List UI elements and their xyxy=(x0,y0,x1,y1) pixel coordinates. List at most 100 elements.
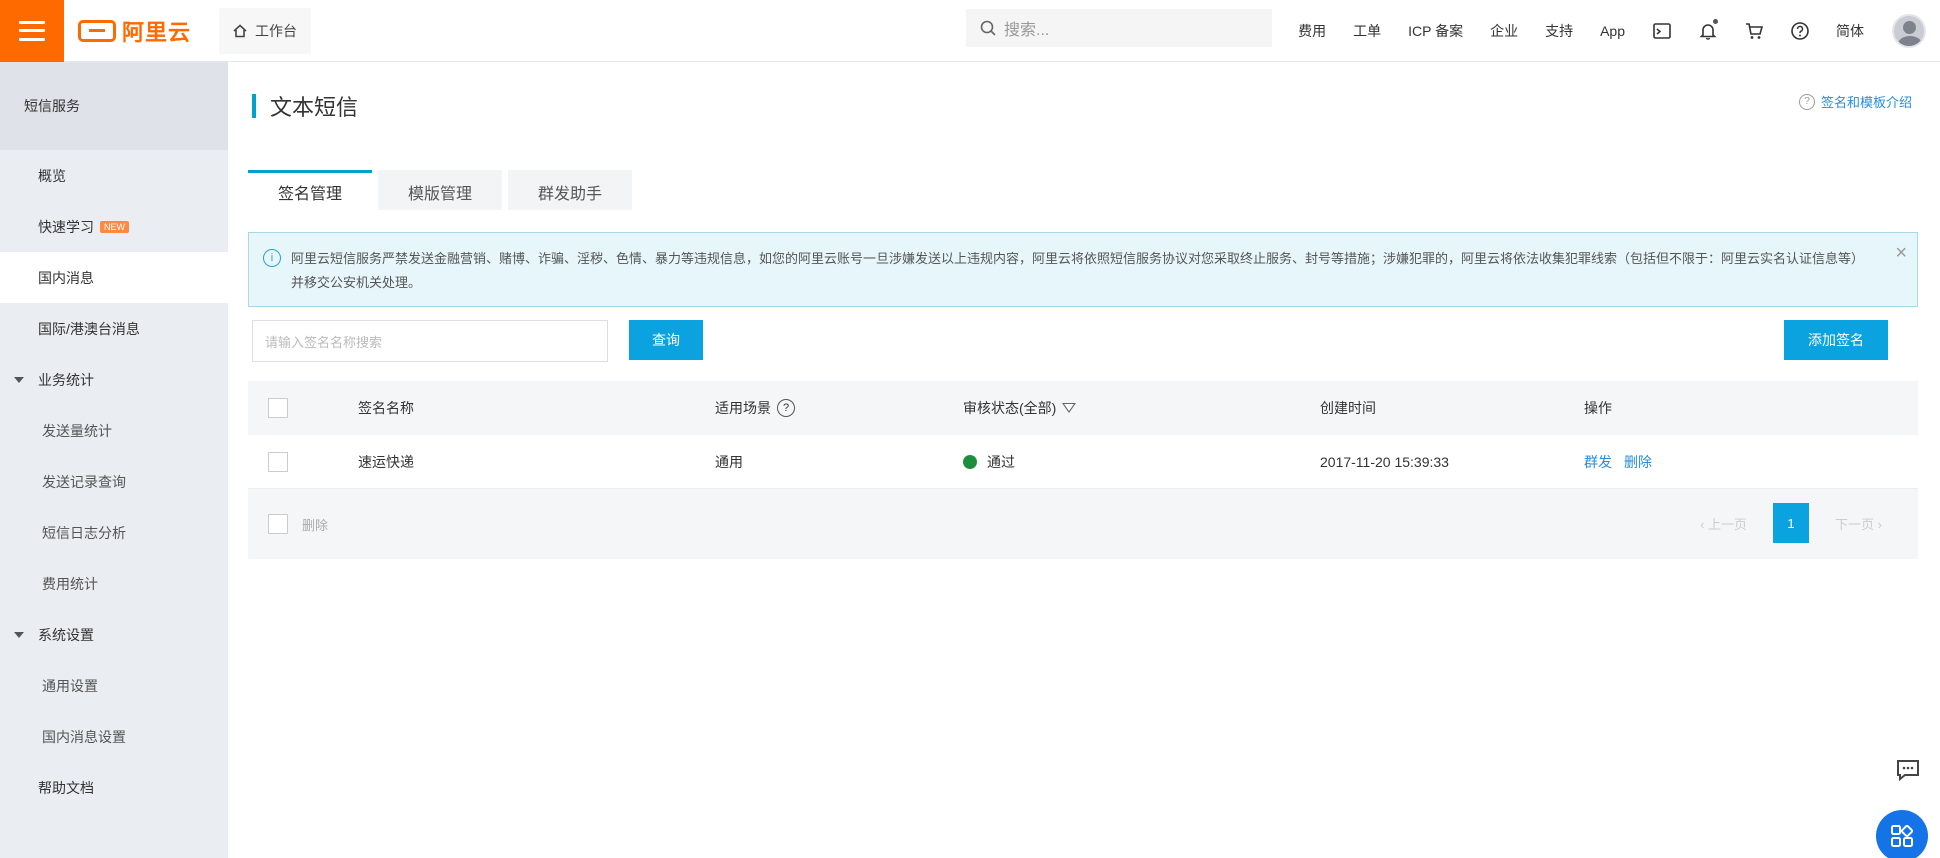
table-footer: 删除 ‹ 上一页 1 下一页 › xyxy=(248,489,1918,559)
bulk-delete-button[interactable]: 删除 xyxy=(302,515,328,534)
sidebar-item-fee-stats[interactable]: 费用统计 xyxy=(0,558,228,609)
sidebar-item-help-docs[interactable]: 帮助文档 xyxy=(0,762,228,813)
nav-enterprise[interactable]: 企业 xyxy=(1490,21,1518,41)
header-status-label: 审核状态(全部) xyxy=(963,400,1057,416)
tab-template[interactable]: 模版管理 xyxy=(378,170,503,210)
hamburger-icon xyxy=(19,20,45,41)
page-number-current[interactable]: 1 xyxy=(1773,503,1810,543)
home-icon xyxy=(233,23,247,37)
sidebar-item-label: 国内消息 xyxy=(38,269,94,286)
sidebar-item-label: 快速学习 xyxy=(38,218,94,235)
sidebar-item-label: 国内消息设置 xyxy=(42,728,126,745)
nav-fees[interactable]: 费用 xyxy=(1298,21,1326,41)
nav-app[interactable]: App xyxy=(1600,23,1625,39)
signature-search-input[interactable]: 请输入签名名称搜索 xyxy=(252,320,608,362)
sidebar-item-send-stats[interactable]: 发送量统计 xyxy=(0,405,228,456)
workbench-button[interactable]: 工作台 xyxy=(219,7,312,54)
notification-dot xyxy=(1713,19,1718,24)
compliance-notice: i 阿里云短信服务严禁发送金融营销、赌博、诈骗、淫秽、色情、暴力等违规信息，如您… xyxy=(248,232,1918,307)
footer-checkbox[interactable] xyxy=(268,514,288,534)
cell-time: 2017-11-20 15:39:33 xyxy=(1320,453,1449,470)
signature-template-intro-link[interactable]: ? 签名和模板介绍 xyxy=(1798,92,1912,111)
table-row: 速运快递 通用 通过 2017-11-20 15:39:33 群发 删除 xyxy=(248,435,1918,489)
sidebar-item-log-analysis[interactable]: 短信日志分析 xyxy=(0,507,228,558)
row-checkbox[interactable] xyxy=(268,451,288,472)
help-link-label: 签名和模板介绍 xyxy=(1820,95,1912,110)
main-content: 文本短信 ? 签名和模板介绍 签名管理 模版管理 群发助手 i 阿里云短信服务严… xyxy=(228,62,1940,858)
delete-link[interactable]: 删除 xyxy=(1624,452,1652,472)
new-badge: NEW xyxy=(100,220,129,233)
sidebar-group-stats[interactable]: 业务统计 xyxy=(0,354,228,405)
sidebar-item-label: 通用设置 xyxy=(42,677,98,694)
sidebar-item-label: 发送量统计 xyxy=(42,422,112,439)
sidebar-item-quick-learn[interactable]: 快速学习 NEW xyxy=(0,201,228,252)
header-status[interactable]: 审核状态(全部) xyxy=(963,398,1077,418)
caret-down-icon xyxy=(14,631,24,638)
sidebar: 短信服务 概览 快速学习 NEW 国内消息 国际/港澳台消息 业务统计 发送量统计… xyxy=(0,62,228,858)
help-circle-icon[interactable] xyxy=(1790,21,1810,41)
sidebar-item-label: 概览 xyxy=(38,167,66,184)
search-placeholder: 搜索... xyxy=(1004,22,1050,39)
sidebar-item-label: 帮助文档 xyxy=(38,779,94,796)
sidebar-item-overview[interactable]: 概览 xyxy=(0,150,228,201)
apps-float-button[interactable] xyxy=(1876,810,1928,858)
next-page-label: 下一页 xyxy=(1835,516,1875,532)
chat-float-button[interactable] xyxy=(1888,750,1928,790)
sidebar-item-send-records[interactable]: 发送记录查询 xyxy=(0,456,228,507)
header-time: 创建时间 xyxy=(1320,400,1376,416)
aliyun-logo-icon xyxy=(78,19,116,42)
sidebar-item-domestic-settings[interactable]: 国内消息设置 xyxy=(0,711,228,762)
sidebar-group-label: 业务统计 xyxy=(38,371,94,388)
sidebar-item-general-settings[interactable]: 通用设置 xyxy=(0,660,228,711)
sidebar-group-settings[interactable]: 系统设置 xyxy=(0,609,228,660)
search-icon xyxy=(980,20,996,36)
select-all-checkbox[interactable] xyxy=(268,398,288,418)
terminal-icon[interactable] xyxy=(1652,21,1672,41)
sidebar-item-intl[interactable]: 国际/港澳台消息 xyxy=(0,303,228,354)
sidebar-group-label: 系统设置 xyxy=(38,626,94,643)
tab-signature[interactable]: 签名管理 xyxy=(248,170,373,210)
tab-bulk-send[interactable]: 群发助手 xyxy=(508,170,633,210)
prev-page-button[interactable]: ‹ 上一页 xyxy=(1700,514,1747,533)
header-op: 操作 xyxy=(1584,400,1612,416)
page-header: 文本短信 xyxy=(252,90,358,122)
status-dot-icon xyxy=(963,454,977,469)
top-bar: 阿里云 工作台 搜索... 费用 工单 ICP 备案 企业 支持 App 简体 xyxy=(0,0,1940,62)
user-avatar[interactable] xyxy=(1892,14,1926,48)
filter-icon[interactable] xyxy=(1062,403,1077,413)
next-page-button[interactable]: 下一页 › xyxy=(1835,514,1882,533)
language-switch[interactable]: 简体 xyxy=(1836,21,1864,41)
brand-logo[interactable]: 阿里云 xyxy=(78,0,191,62)
cell-op: 群发 删除 xyxy=(1584,452,1664,472)
sidebar-item-label: 国际/港澳台消息 xyxy=(38,320,140,337)
status-label: 通过 xyxy=(987,453,1015,470)
bell-icon[interactable] xyxy=(1698,19,1718,41)
sidebar-item-label: 费用统计 xyxy=(42,575,98,592)
signature-table: 签名名称 适用场景? 审核状态(全部) 创建时间 操作 速运快递 通用 通过 2… xyxy=(248,381,1918,559)
header-name: 签名名称 xyxy=(358,400,414,416)
cell-status: 通过 xyxy=(963,452,1015,472)
nav-tickets[interactable]: 工单 xyxy=(1353,21,1381,41)
cell-name: 速运快递 xyxy=(358,453,414,470)
sidebar-item-domestic[interactable]: 国内消息 xyxy=(0,252,228,303)
question-icon: ? xyxy=(1798,93,1815,110)
info-icon: i xyxy=(263,249,281,267)
nav-support[interactable]: 支持 xyxy=(1545,21,1573,41)
notice-text: 阿里云短信服务严禁发送金融营销、赌博、诈骗、淫秽、色情、暴力等违规信息，如您的阿… xyxy=(291,251,1865,290)
close-icon[interactable]: × xyxy=(1895,241,1907,265)
brand-name: 阿里云 xyxy=(122,19,192,45)
menu-button[interactable] xyxy=(0,0,64,62)
caret-down-icon xyxy=(14,376,24,383)
global-search-input[interactable]: 搜索... xyxy=(966,9,1272,47)
query-button[interactable]: 查询 xyxy=(629,320,703,360)
prev-page-label: 上一页 xyxy=(1708,516,1748,532)
cart-icon[interactable] xyxy=(1744,21,1764,41)
question-icon[interactable]: ? xyxy=(777,399,795,417)
chat-icon xyxy=(1897,760,1919,782)
bulk-send-link[interactable]: 群发 xyxy=(1584,452,1612,472)
nav-icp[interactable]: ICP 备案 xyxy=(1408,21,1463,41)
add-signature-button[interactable]: 添加签名 xyxy=(1784,320,1888,360)
header-scene: 适用场景? xyxy=(715,398,795,418)
header-scene-label: 适用场景 xyxy=(715,400,771,416)
page-title: 文本短信 xyxy=(270,95,359,120)
